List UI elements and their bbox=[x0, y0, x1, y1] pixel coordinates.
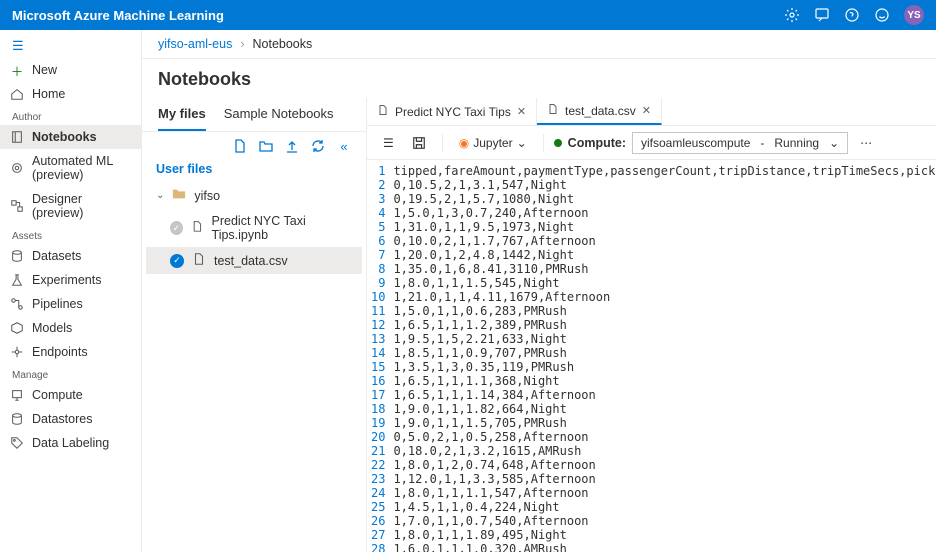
nav-group-assets: Assets bbox=[0, 225, 141, 244]
tree-file-csv[interactable]: ✓ test_data.csv bbox=[146, 247, 362, 274]
hamburger-icon[interactable]: ☰ bbox=[0, 34, 141, 58]
tree-folder-label: yifso bbox=[194, 189, 220, 203]
menu-icon[interactable]: ☰ bbox=[377, 133, 400, 153]
nav-home[interactable]: Home bbox=[0, 82, 141, 106]
compute-select[interactable]: yifsoamleuscompute - Running ⌄ bbox=[632, 132, 848, 154]
top-bar: Microsoft Azure Machine Learning YS bbox=[0, 0, 936, 30]
breadcrumb-workspace-link[interactable]: yifso-aml-eus bbox=[158, 37, 232, 51]
nav-group-manage: Manage bbox=[0, 364, 141, 383]
file-icon bbox=[192, 252, 206, 269]
home-icon bbox=[10, 87, 24, 101]
folder-icon bbox=[172, 187, 186, 204]
divider bbox=[543, 134, 544, 152]
compute-status: Running bbox=[774, 136, 819, 150]
tree-folder-row[interactable]: ⌄ yifso bbox=[146, 182, 362, 209]
line-gutter: 1234567891011121314151617181920212223242… bbox=[367, 160, 393, 552]
close-icon[interactable]: ✕ bbox=[642, 104, 651, 117]
product-title: Microsoft Azure Machine Learning bbox=[12, 8, 224, 23]
more-icon[interactable]: ⋯ bbox=[854, 133, 878, 153]
editor-tab-notebook[interactable]: Predict NYC Taxi Tips ✕ bbox=[367, 98, 537, 125]
code-viewer[interactable]: 1234567891011121314151617181920212223242… bbox=[367, 160, 936, 552]
file-tree: User files ⌄ yifso ✓ Predict NYC Taxi Ti… bbox=[142, 160, 366, 274]
code-lines: tipped,fareAmount,paymentType,passengerC… bbox=[393, 160, 936, 552]
files-pane: My files Sample Notebooks « User files ⌄… bbox=[142, 98, 367, 552]
nav-compute[interactable]: Compute bbox=[0, 383, 141, 407]
chevron-down-icon: ⌄ bbox=[156, 190, 164, 201]
datasets-icon bbox=[10, 249, 24, 263]
nav-models[interactable]: Models bbox=[0, 316, 141, 340]
gear-icon[interactable] bbox=[784, 7, 800, 23]
nav-group-author: Author bbox=[0, 106, 141, 125]
avatar[interactable]: YS bbox=[904, 5, 924, 25]
divider bbox=[442, 134, 443, 152]
compute-sep: - bbox=[760, 136, 764, 150]
chevron-right-icon: › bbox=[240, 37, 244, 51]
tree-file-nb-label: Predict NYC Taxi Tips.ipynb bbox=[212, 214, 352, 242]
jupyter-icon: ◉ bbox=[459, 136, 469, 150]
feedback-icon[interactable] bbox=[814, 7, 830, 23]
breadcrumb: yifso-aml-eus › Notebooks bbox=[142, 30, 936, 59]
nav-notebooks[interactable]: Notebooks bbox=[0, 125, 141, 149]
compute-name: yifsoamleuscompute bbox=[641, 136, 750, 150]
endpoints-icon bbox=[10, 345, 24, 359]
refresh-icon[interactable] bbox=[310, 138, 326, 154]
editor-tab-csv[interactable]: test_data.csv ✕ bbox=[537, 98, 662, 125]
new-folder-icon[interactable] bbox=[258, 138, 274, 154]
notebook-icon bbox=[10, 130, 24, 144]
file-icon bbox=[547, 103, 559, 118]
chevron-down-icon: ⌄ bbox=[829, 136, 839, 150]
tab-my-files[interactable]: My files bbox=[158, 98, 206, 131]
experiments-icon bbox=[10, 273, 24, 287]
nav-experiments[interactable]: Experiments bbox=[0, 268, 141, 292]
pipelines-icon bbox=[10, 297, 24, 311]
help-icon[interactable] bbox=[844, 7, 860, 23]
page-title: Notebooks bbox=[142, 59, 936, 98]
radio-unselected-icon: ✓ bbox=[170, 221, 183, 235]
tab-sample-notebooks[interactable]: Sample Notebooks bbox=[224, 98, 334, 131]
file-icon bbox=[377, 104, 389, 119]
nav-endpoints[interactable]: Endpoints bbox=[0, 340, 141, 364]
editor-pane: Predict NYC Taxi Tips ✕ test_data.csv ✕ … bbox=[367, 98, 936, 552]
files-toolbar: « bbox=[142, 132, 366, 160]
tree-file-notebook[interactable]: ✓ Predict NYC Taxi Tips.ipynb bbox=[146, 209, 362, 247]
status-dot-icon bbox=[554, 139, 562, 147]
designer-icon bbox=[10, 199, 24, 213]
save-icon[interactable] bbox=[406, 133, 432, 153]
nav-new[interactable]: ＋New bbox=[0, 58, 141, 82]
compute-icon bbox=[10, 388, 24, 402]
editor-toolbar: ☰ ◉Jupyter ⌄ Compute: yifsoamleuscompute… bbox=[367, 126, 936, 160]
nav-designer[interactable]: Designer (preview) bbox=[0, 187, 141, 225]
tree-head-user-files: User files bbox=[146, 160, 362, 182]
editor-tab2-label: test_data.csv bbox=[565, 104, 636, 118]
tree-file-csv-label: test_data.csv bbox=[214, 254, 288, 268]
breadcrumb-current: Notebooks bbox=[253, 37, 313, 51]
nav-datastores[interactable]: Datastores bbox=[0, 407, 141, 431]
editor-tab1-label: Predict NYC Taxi Tips bbox=[395, 105, 511, 119]
chevron-down-icon: ⌄ bbox=[517, 136, 527, 150]
nav-automl[interactable]: Automated ML (preview) bbox=[0, 149, 141, 187]
file-icon bbox=[191, 220, 204, 236]
automl-icon bbox=[10, 161, 24, 175]
nav-pipelines[interactable]: Pipelines bbox=[0, 292, 141, 316]
plus-icon: ＋ bbox=[10, 63, 24, 77]
jupyter-dropdown[interactable]: ◉Jupyter ⌄ bbox=[453, 133, 533, 153]
nav-datalabeling[interactable]: Data Labeling bbox=[0, 431, 141, 455]
editor-tabs: Predict NYC Taxi Tips ✕ test_data.csv ✕ bbox=[367, 98, 936, 126]
datastores-icon bbox=[10, 412, 24, 426]
collapse-icon[interactable]: « bbox=[336, 138, 352, 154]
nav-datasets[interactable]: Datasets bbox=[0, 244, 141, 268]
upload-icon[interactable] bbox=[284, 138, 300, 154]
close-icon[interactable]: ✕ bbox=[517, 105, 526, 118]
radio-selected-icon: ✓ bbox=[170, 254, 184, 268]
labeling-icon bbox=[10, 436, 24, 450]
left-nav: ☰ ＋New Home Author Notebooks Automated M… bbox=[0, 30, 142, 552]
compute-label: Compute: bbox=[568, 136, 626, 150]
new-file-icon[interactable] bbox=[232, 138, 248, 154]
smiley-icon[interactable] bbox=[874, 7, 890, 23]
models-icon bbox=[10, 321, 24, 335]
